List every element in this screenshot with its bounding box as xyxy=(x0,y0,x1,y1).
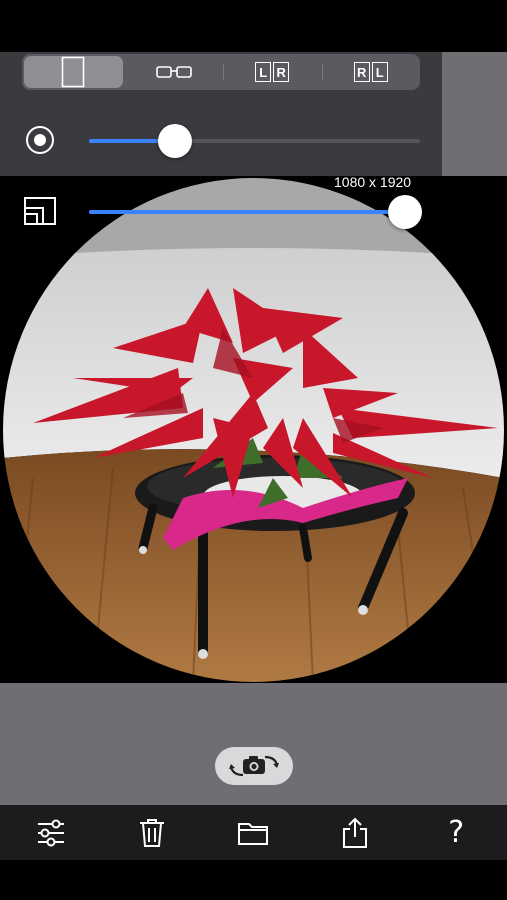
size-slider-knob[interactable] xyxy=(388,195,422,229)
camera-switch-button[interactable] xyxy=(215,747,293,785)
folder-icon xyxy=(238,822,269,845)
side-strip xyxy=(442,52,507,176)
mode-segmented-control[interactable]: LR RL xyxy=(22,54,420,90)
size-slider[interactable] xyxy=(89,195,422,229)
fisheye-slider[interactable] xyxy=(89,124,420,158)
size-slider-fill xyxy=(89,210,405,214)
sliders-icon xyxy=(37,819,64,846)
portrait-rectangle-icon xyxy=(61,56,85,88)
share-button[interactable] xyxy=(330,808,380,858)
fisheye-photo xyxy=(3,178,504,682)
mode-single-segment[interactable] xyxy=(24,56,123,88)
camera-rotate-icon xyxy=(229,755,279,777)
left-letter-box: L xyxy=(371,62,388,82)
mode-lr-segment[interactable]: LR xyxy=(223,54,322,90)
folder-button[interactable] xyxy=(228,808,278,858)
help-button[interactable]: ? xyxy=(431,808,481,858)
bottom-toolbar: ? xyxy=(0,805,507,860)
delete-button[interactable] xyxy=(127,808,177,858)
resolution-label: 1080 x 1920 xyxy=(334,174,412,190)
poinsettia-photo xyxy=(3,178,504,682)
settings-button[interactable] xyxy=(26,808,76,858)
trash-icon xyxy=(140,818,165,847)
share-icon xyxy=(342,817,367,848)
target-circle-icon[interactable] xyxy=(24,124,56,156)
left-letter-box: L xyxy=(255,62,272,82)
mode-glasses-segment[interactable] xyxy=(125,54,224,90)
question-mark-icon: ? xyxy=(448,815,465,850)
fisheye-slider-knob[interactable] xyxy=(158,124,193,158)
mode-rl-segment[interactable]: RL xyxy=(321,54,421,90)
glasses-icon xyxy=(155,66,192,78)
resize-frame-icon[interactable] xyxy=(23,196,57,226)
right-letter-box: R xyxy=(353,62,370,82)
right-letter-box: R xyxy=(273,62,290,82)
bottom-panel xyxy=(0,683,507,805)
